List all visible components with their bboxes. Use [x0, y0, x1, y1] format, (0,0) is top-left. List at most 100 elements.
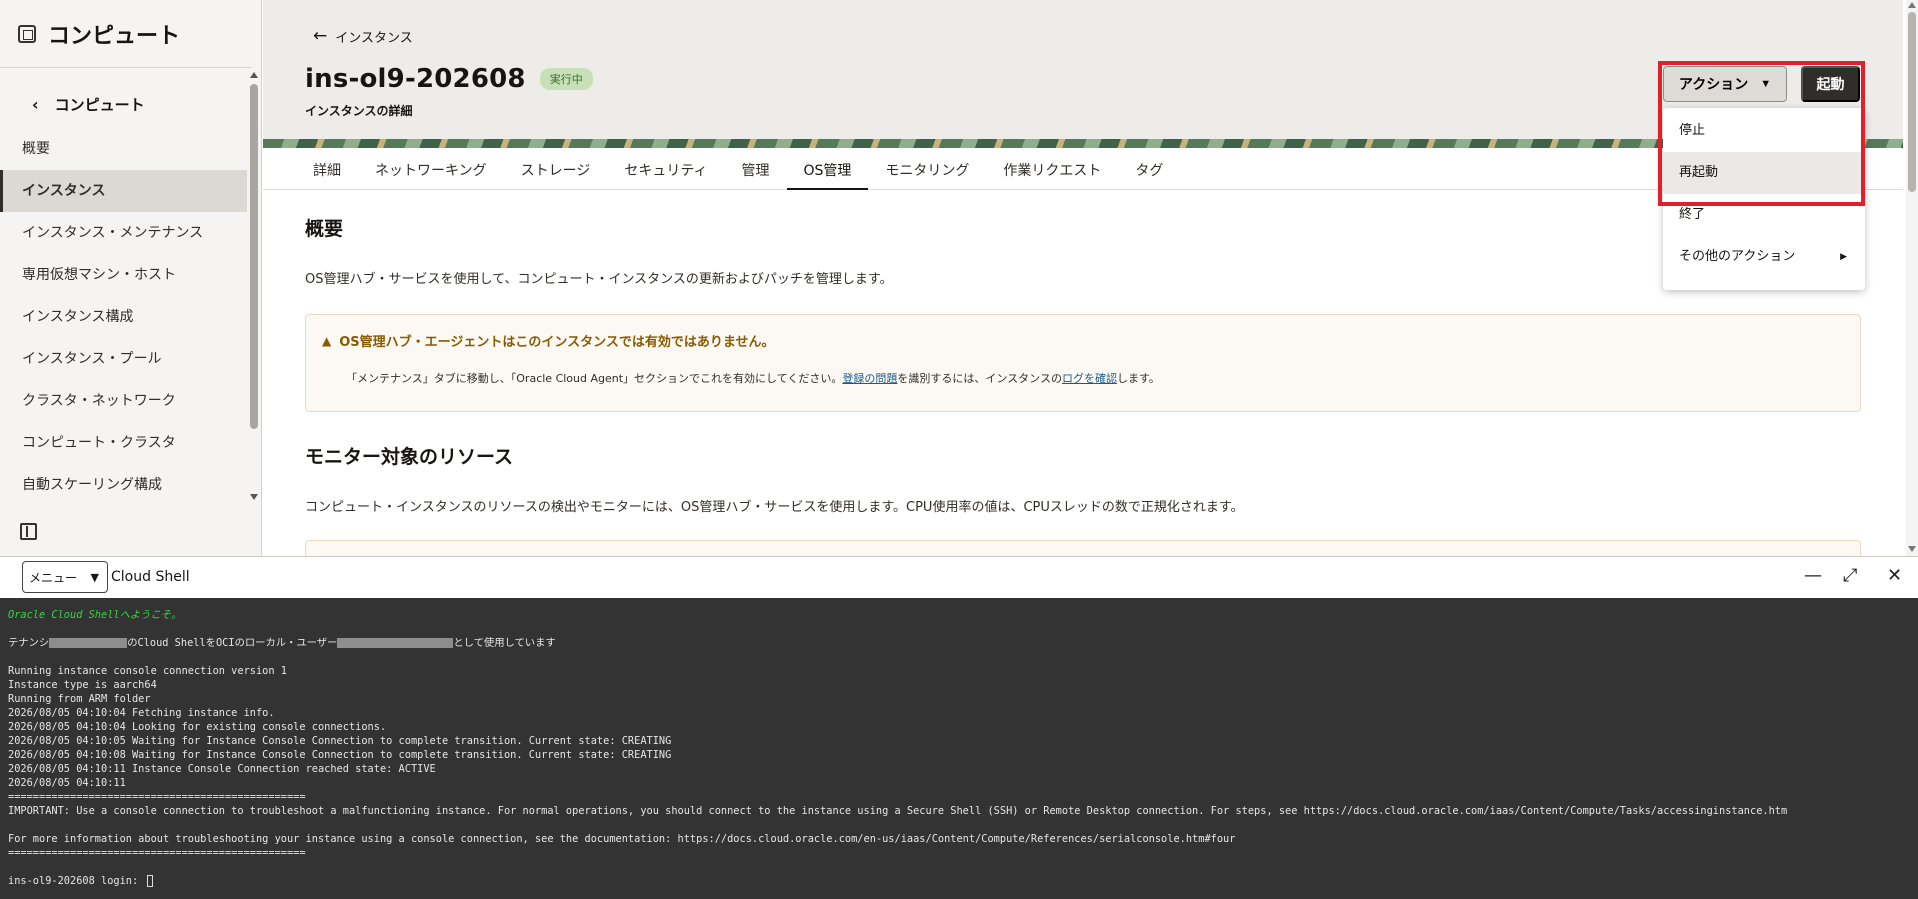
main-scrollbar[interactable]	[1906, 0, 1918, 556]
overview-heading: 概要	[305, 218, 344, 240]
terminal-line: 2026/08/05 04:10:04 Looking for existing…	[8, 721, 387, 733]
sidebar-scroll-thumb[interactable]	[250, 84, 258, 429]
terminal-prompt[interactable]: ins-ol9-202608 login:	[8, 874, 1910, 888]
terminal-line: ========================================…	[8, 847, 306, 859]
terminal-line: ========================================…	[8, 791, 306, 803]
actions-menu: 停止 再起動 終了 その他のアクション ▶	[1663, 108, 1865, 290]
terminal-cursor	[147, 875, 154, 887]
scroll-down-icon[interactable]	[250, 494, 258, 500]
terminal-line: For more information about troubleshooti…	[8, 833, 1236, 845]
tab-management[interactable]: 管理	[725, 148, 787, 190]
cloud-shell-bar: メニュー ▼ Cloud Shell — ⤢ ✕	[0, 556, 1918, 598]
tab-security[interactable]: セキュリティ	[607, 148, 724, 190]
check-logs-link[interactable]: ログを確認	[1062, 372, 1117, 385]
sidebar: コンピュート ‹ コンピュート 概要 インスタンス インスタンス・メンテナンス …	[0, 0, 262, 556]
more-actions-label: その他のアクション	[1679, 249, 1796, 264]
terminal-line: Instance type is aarch64	[8, 679, 157, 691]
terminal[interactable]: Oracle Cloud Shellへようこそ。 テナンシ のCloud Shel…	[0, 598, 1918, 899]
maximize-icon[interactable]: ⤢	[1843, 565, 1857, 586]
warning-message: 「メンテナンス」タブに移動し、「Oracle Cloud Agent」セクション…	[346, 370, 1160, 386]
login-prompt: ins-ol9-202608 login:	[8, 875, 145, 887]
shell-menu-select[interactable]: メニュー ▼	[22, 561, 108, 593]
page-title: ins-ol9-202608	[305, 64, 526, 94]
tab-tags[interactable]: タグ	[1118, 148, 1180, 190]
sidebar-item-autoscaling[interactable]: 自動スケーリング構成	[0, 464, 247, 506]
sidebar-item-instance-pools[interactable]: インスタンス・プール	[0, 338, 247, 380]
menu-item-stop[interactable]: 停止	[1663, 110, 1865, 152]
collapse-sidebar-icon[interactable]	[20, 523, 37, 540]
sidebar-nav-list: 概要 インスタンス インスタンス・メンテナンス 専用仮想マシン・ホスト インスタ…	[0, 128, 261, 506]
sidebar-header: コンピュート	[0, 0, 251, 68]
terminal-line: 2026/08/05 04:10:08 Waiting for Instance…	[8, 749, 672, 761]
terminal-line: 2026/08/05 04:10:04 Fetching instance in…	[8, 707, 275, 719]
terminal-line: Running from ARM folder	[8, 693, 151, 705]
menu-item-reboot[interactable]: 再起動	[1663, 152, 1865, 194]
sidebar-item-instances[interactable]: インスタンス	[0, 170, 247, 212]
actions-button-label: アクション	[1678, 76, 1749, 92]
tab-work-requests[interactable]: 作業リクエスト	[986, 148, 1118, 190]
tenancy-mid: のCloud ShellをOCIのローカル・ユーザー	[127, 637, 338, 649]
menu-item-terminate[interactable]: 終了	[1663, 194, 1865, 236]
registration-issues-link[interactable]: 登録の問題	[842, 372, 897, 385]
terminal-welcome: Oracle Cloud Shellへようこそ。	[8, 609, 182, 621]
overview-description: OS管理ハブ・サービスを使用して、コンピュート・インスタンスの更新およびパッチを…	[305, 272, 893, 287]
tab-os-management[interactable]: OS管理	[786, 148, 869, 190]
menu-item-more-actions[interactable]: その他のアクション ▶	[1663, 236, 1865, 278]
masked-tenancy-name	[49, 638, 128, 648]
minimize-icon[interactable]: —	[1804, 565, 1822, 586]
sidebar-item-overview[interactable]: 概要	[0, 128, 247, 170]
warning-title-text: OS管理ハブ・エージェントはこのインスタンスでは有効ではありません。	[339, 335, 775, 350]
back-link-label: インスタンス	[335, 30, 413, 46]
start-button[interactable]: 起動	[1801, 66, 1860, 102]
warning-text-1: 「メンテナンス」タブに移動し、「Oracle Cloud Agent」セクション…	[346, 372, 843, 385]
scroll-up-icon[interactable]	[250, 72, 258, 78]
tab-storage[interactable]: ストレージ	[504, 148, 608, 190]
warning-text-2: を識別するには、インスタンスの	[897, 372, 1062, 385]
scroll-down-icon[interactable]	[1908, 546, 1916, 552]
monitored-resources-heading: モニター対象のリソース	[305, 446, 514, 468]
arrow-left-icon: ←	[313, 26, 328, 46]
terminal-line: 2026/08/05 04:10:05 Waiting for Instance…	[8, 735, 672, 747]
tab-monitoring[interactable]: モニタリング	[868, 148, 986, 190]
cloud-shell-title: Cloud Shell	[111, 569, 190, 585]
sidebar-item-compute-clusters[interactable]: コンピュート・クラスタ	[0, 422, 247, 464]
shell-menu-label: メニュー	[29, 570, 78, 585]
menu-item-terminate-label: 終了	[1679, 207, 1706, 222]
status-badge: 実行中	[539, 68, 593, 90]
header-banner-pattern	[263, 139, 1903, 148]
chevron-down-icon: ▼	[1760, 78, 1772, 90]
sidebar-item-cluster-networks[interactable]: クラスタ・ネットワーク	[0, 380, 247, 422]
masked-user-name	[337, 638, 454, 648]
sidebar-item-instance-maintenance[interactable]: インスタンス・メンテナンス	[0, 212, 247, 254]
tenancy-prefix: テナンシ	[8, 637, 50, 649]
monitored-resources-description: コンピュート・インスタンスのリソースの検出やモニターには、OS管理ハブ・サービス…	[305, 500, 1244, 515]
tab-bar: 詳細 ネットワーキング ストレージ セキュリティ 管理 OS管理 モニタリング …	[263, 148, 1903, 190]
page-subtitle: インスタンスの詳細	[305, 104, 413, 118]
tab-details[interactable]: 詳細	[296, 148, 358, 190]
sidebar-scrollbar[interactable]	[248, 70, 260, 500]
sidebar-title: コンピュート	[48, 23, 181, 49]
terminal-line: 2026/08/05 04:10:11	[8, 777, 126, 789]
warning-triangle-icon: ▲	[322, 333, 332, 348]
sidebar-item-dedicated-vm-hosts[interactable]: 専用仮想マシン・ホスト	[0, 254, 247, 296]
main-scroll-thumb[interactable]	[1908, 12, 1916, 192]
terminal-line: 2026/08/05 04:10:11 Instance Console Con…	[8, 763, 436, 775]
terminal-line: Running instance console connection vers…	[8, 665, 287, 677]
sidebar-back-label: コンピュート	[54, 95, 145, 114]
warning-title: ▲ OS管理ハブ・エージェントはこのインスタンスでは有効ではありません。	[322, 331, 775, 351]
tab-networking[interactable]: ネットワーキング	[358, 148, 504, 190]
chevron-left-icon: ‹	[32, 94, 39, 114]
sidebar-back-link[interactable]: ‹ コンピュート	[0, 80, 261, 128]
monitored-resources-card	[305, 540, 1861, 556]
submenu-arrow-icon: ▶	[1840, 252, 1847, 262]
back-to-instances-link[interactable]: ← インスタンス	[313, 26, 413, 46]
actions-dropdown-button[interactable]: アクション ▼	[1663, 66, 1787, 102]
tenancy-suffix: として使用しています	[453, 637, 556, 649]
close-icon[interactable]: ✕	[1887, 565, 1902, 586]
warning-alert: ▲ OS管理ハブ・エージェントはこのインスタンスでは有効ではありません。 「メン…	[305, 314, 1861, 412]
terminal-tenancy-line: テナンシ のCloud ShellをOCIのローカル・ユーザー として使用しています	[8, 636, 1910, 650]
warning-text-3: します。	[1116, 372, 1160, 385]
sidebar-item-instance-configurations[interactable]: インスタンス構成	[0, 296, 247, 338]
chevron-down-icon: ▼	[90, 570, 99, 584]
scroll-up-icon[interactable]	[1908, 2, 1916, 8]
